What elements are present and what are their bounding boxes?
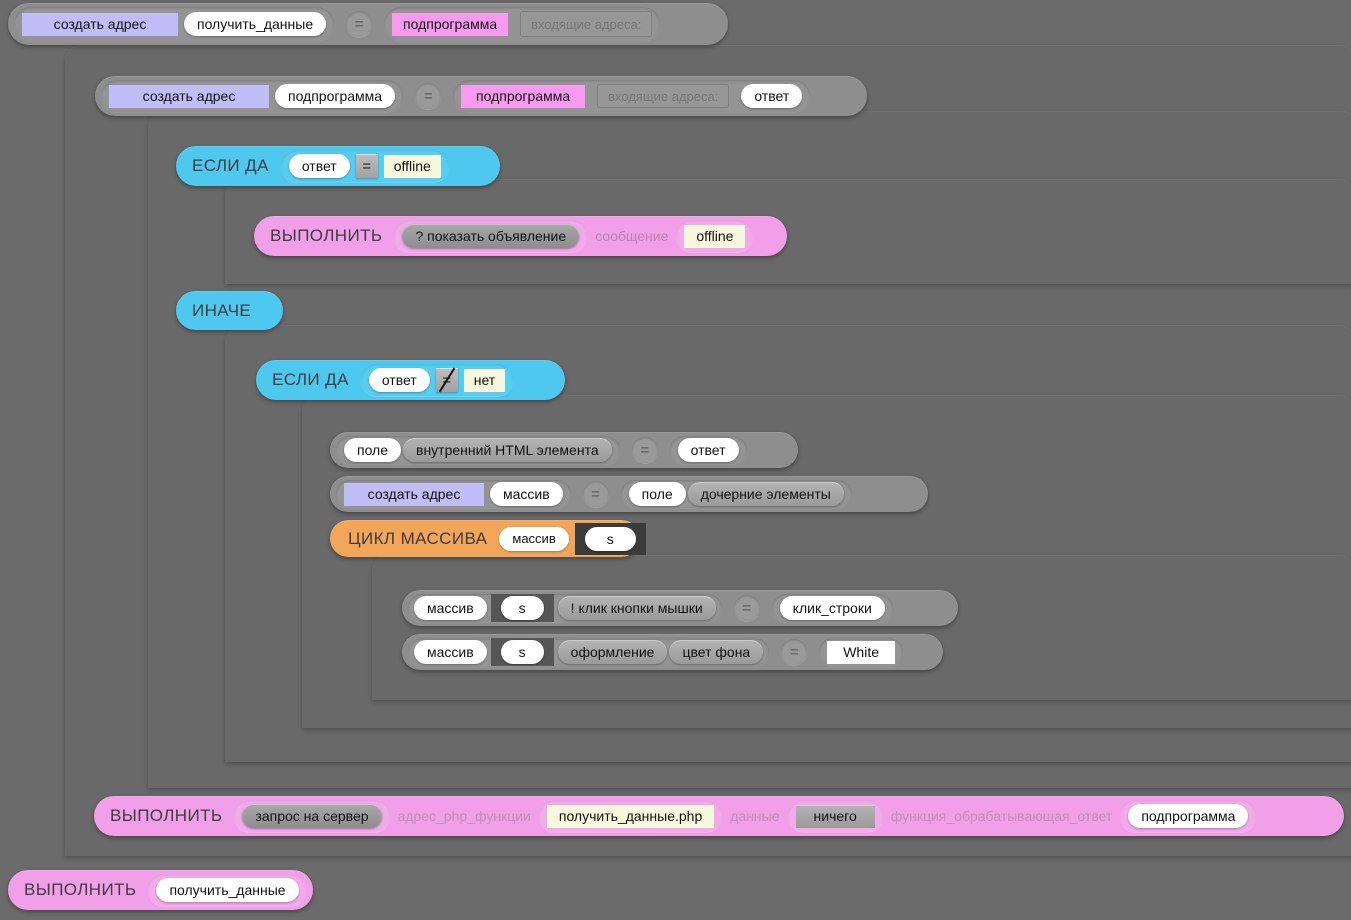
- if-yes-keyword: ЕСЛИ ДА: [192, 156, 269, 175]
- assign-array-target[interactable]: создать адрес массив: [336, 480, 571, 508]
- create-address-keyword-3: создать адрес: [344, 482, 484, 506]
- array-loop-keyword: ЦИКЛ МАССИВА: [348, 528, 488, 548]
- server-request-arg3-value[interactable]: подпрограмма: [1128, 804, 1249, 828]
- call-get-data-action-group[interactable]: получить_данные: [148, 874, 307, 906]
- assign-bgcolor-property-2[interactable]: цвет фона: [669, 640, 764, 664]
- assign-bgcolor-index-selection[interactable]: s: [490, 638, 554, 666]
- assign-array-source-object[interactable]: поле: [628, 482, 686, 506]
- array-loop-array[interactable]: массив: [499, 526, 569, 551]
- block-call-get-data[interactable]: ВЫПОЛНИТЬ получить_данные: [8, 870, 313, 910]
- def-get-data-signature[interactable]: создать адрес получить_данные: [14, 7, 335, 41]
- if-offline-condition[interactable]: ответ = offline: [280, 150, 449, 182]
- def-subprogram-signature[interactable]: создать адрес подпрограмма: [101, 80, 404, 112]
- block-assign-click[interactable]: массив s ! клик кнопки мышки = клик_стро…: [402, 590, 958, 626]
- assign-operator-icon-6: =: [781, 639, 808, 665]
- create-address-keyword-2: создать адрес: [109, 84, 269, 108]
- show-ad-action-group[interactable]: ? показать объявление: [394, 220, 588, 252]
- assign-click-index[interactable]: s: [500, 596, 544, 620]
- def-subprogram-params-label: входящие адреса:: [597, 84, 730, 108]
- assign-bgcolor-index[interactable]: s: [500, 640, 544, 664]
- show-ad-arg-label: сообщение: [595, 228, 669, 244]
- show-ad-action[interactable]: ? показать объявление: [402, 224, 580, 248]
- assign-bgcolor-object[interactable]: массив: [414, 640, 487, 664]
- def-get-data-type[interactable]: подпрограмма: [392, 12, 509, 36]
- editor-canvas: создать адрес получить_данные = подпрогр…: [0, 0, 1351, 920]
- block-assign-array[interactable]: создать адрес массив = поле дочерние эле…: [330, 476, 928, 512]
- block-if-offline[interactable]: ЕСЛИ ДА ответ = offline: [176, 146, 500, 186]
- array-loop-index[interactable]: s: [584, 526, 636, 551]
- show-ad-arg-group[interactable]: offline: [676, 220, 754, 252]
- assign-array-name[interactable]: массив: [490, 482, 563, 506]
- call-get-data-action[interactable]: получить_данные: [156, 878, 299, 902]
- if-not-no-condition[interactable]: ответ = нет: [360, 364, 514, 396]
- execute-keyword: ВЫПОЛНИТЬ: [270, 226, 383, 245]
- server-request-arg2-label: данные: [730, 808, 780, 824]
- execute-keyword-3: ВЫПОЛНИТЬ: [24, 880, 137, 899]
- assign-inner-html-object[interactable]: поле: [344, 438, 402, 462]
- def-subprogram-type-group[interactable]: подпрограмма входящие адреса: ответ: [453, 80, 811, 112]
- if-offline-right[interactable]: offline: [383, 154, 441, 178]
- execute-keyword-2: ВЫПОЛНИТЬ: [110, 806, 223, 825]
- if-yes-keyword-2: ЕСЛИ ДА: [272, 370, 349, 389]
- assign-click-target[interactable]: массив s ! клик кнопки мышки: [408, 594, 722, 622]
- assign-click-property[interactable]: ! клик кнопки мышки: [557, 596, 716, 620]
- assign-click-index-selection[interactable]: s: [490, 594, 554, 622]
- server-request-action-group[interactable]: запрос на сервер: [234, 800, 390, 832]
- assign-operator-icon: =: [346, 11, 373, 37]
- assign-inner-html-value[interactable]: ответ: [677, 438, 739, 462]
- array-loop-index-selection[interactable]: s: [574, 522, 646, 555]
- equals-operator-icon[interactable]: =: [355, 154, 378, 178]
- def-subprogram-param-1[interactable]: ответ: [741, 84, 803, 108]
- assign-array-source[interactable]: поле дочерние элементы: [620, 480, 852, 508]
- def-subprogram-type[interactable]: подпрограмма: [461, 84, 586, 108]
- assign-inner-html-target[interactable]: поле внутренний HTML элемента: [336, 436, 620, 464]
- block-array-loop[interactable]: ЦИКЛ МАССИВА массив s: [330, 520, 646, 557]
- server-request-arg1-group[interactable]: получить_данные.php: [538, 800, 723, 832]
- assign-operator-icon-5: =: [733, 595, 760, 621]
- block-if-not-no[interactable]: ЕСЛИ ДА ответ = нет: [256, 360, 565, 400]
- def-get-data-params-label: входящие адреса:: [520, 11, 653, 37]
- server-request-arg1-value[interactable]: получить_данные.php: [546, 804, 715, 828]
- if-offline-left[interactable]: ответ: [288, 154, 350, 178]
- assign-click-source[interactable]: клик_строки: [771, 594, 893, 622]
- block-else[interactable]: ИНАЧЕ: [176, 291, 283, 330]
- block-def-get-data[interactable]: создать адрес получить_данные = подпрогр…: [8, 3, 728, 45]
- def-subprogram-name[interactable]: подпрограмма: [275, 84, 396, 108]
- show-ad-arg-value[interactable]: offline: [684, 224, 746, 248]
- block-server-request[interactable]: ВЫПОЛНИТЬ запрос на сервер адрес_php_фун…: [94, 796, 1344, 836]
- server-request-arg3-group[interactable]: подпрограмма: [1120, 800, 1257, 832]
- block-def-subprogram[interactable]: создать адрес подпрограмма = подпрограмм…: [95, 76, 867, 116]
- assign-click-value[interactable]: клик_строки: [779, 596, 885, 620]
- block-assign-bgcolor[interactable]: массив s оформление цвет фона = White: [402, 634, 943, 670]
- if-not-no-right[interactable]: нет: [463, 368, 506, 392]
- assign-bgcolor-target[interactable]: массив s оформление цвет фона: [408, 638, 770, 666]
- assign-array-source-property[interactable]: дочерние элементы: [687, 482, 844, 506]
- assign-operator-icon-2: =: [415, 83, 442, 109]
- assign-inner-html-source[interactable]: ответ: [669, 436, 747, 464]
- create-address-keyword: создать адрес: [22, 12, 178, 36]
- assign-inner-html-property[interactable]: внутренний HTML элемента: [403, 438, 612, 462]
- assign-bgcolor-property-1[interactable]: оформление: [557, 640, 668, 664]
- server-request-arg1-label: адрес_php_функции: [397, 808, 531, 824]
- scope-band-array-loop: [372, 556, 1351, 700]
- server-request-arg3-label: функция_обрабатывающая_ответ: [890, 808, 1113, 824]
- assign-operator-icon-4: =: [582, 481, 609, 507]
- def-get-data-type-group[interactable]: подпрограмма входящие адреса:: [384, 7, 661, 41]
- assign-operator-icon-3: =: [631, 437, 658, 463]
- block-show-ad[interactable]: ВЫПОЛНИТЬ ? показать объявление сообщени…: [254, 216, 787, 256]
- else-keyword: ИНАЧЕ: [192, 300, 252, 320]
- server-request-arg2-value[interactable]: ничего: [795, 804, 875, 828]
- if-not-no-left[interactable]: ответ: [368, 368, 430, 392]
- block-assign-inner-html[interactable]: поле внутренний HTML элемента = ответ: [330, 432, 798, 468]
- assign-bgcolor-source[interactable]: White: [819, 638, 904, 666]
- server-request-arg2-group[interactable]: ничего: [787, 800, 883, 832]
- not-equals-operator-icon[interactable]: =: [435, 367, 458, 393]
- assign-click-object[interactable]: массив: [414, 596, 487, 620]
- assign-bgcolor-value[interactable]: White: [827, 640, 896, 664]
- server-request-action[interactable]: запрос на сервер: [242, 804, 382, 828]
- def-get-data-name[interactable]: получить_данные: [184, 12, 327, 36]
